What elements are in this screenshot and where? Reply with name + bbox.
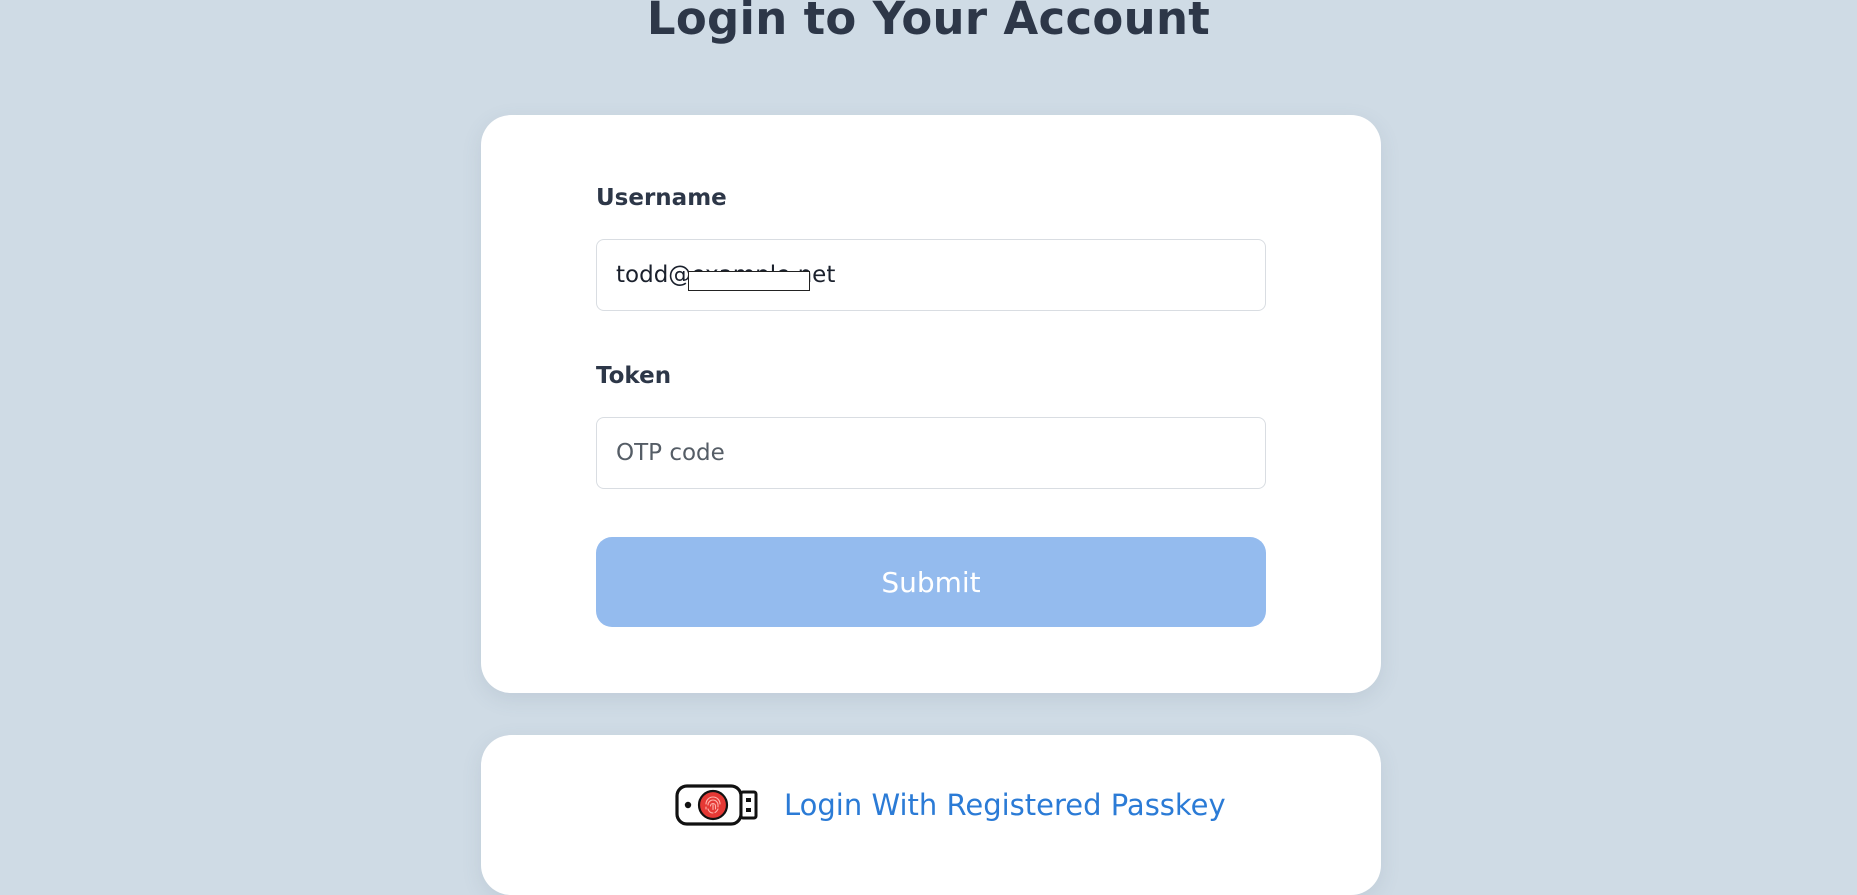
usb-security-key-icon	[675, 784, 758, 826]
token-input[interactable]	[596, 417, 1266, 489]
token-label: Token	[596, 363, 672, 389]
username-label: Username	[596, 185, 727, 211]
page-title: Login to Your Account	[646, 0, 1211, 45]
passkey-link-label: Login With Registered Passkey	[784, 788, 1226, 822]
login-card: Username Token Submit	[481, 115, 1381, 693]
redaction-box	[688, 271, 810, 291]
submit-button[interactable]: Submit	[596, 537, 1266, 627]
passkey-login-link[interactable]: Login With Registered Passkey	[675, 783, 1226, 827]
passkey-card: Login With Registered Passkey	[481, 735, 1381, 895]
